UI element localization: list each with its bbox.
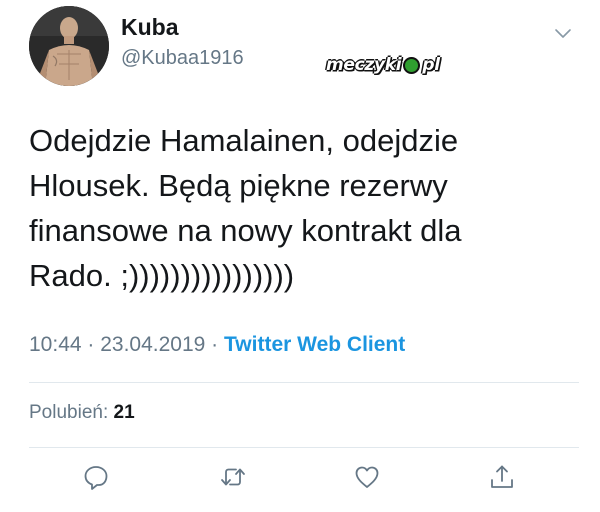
meta-separator: · (205, 333, 225, 356)
tweet-meta: 10:44 · 23.04.2019 · Twitter Web Client (29, 333, 405, 357)
like-icon[interactable] (353, 463, 381, 491)
meta-separator: · (81, 333, 101, 356)
likes-stat[interactable]: Polubień: 21 (29, 402, 135, 424)
divider (29, 382, 579, 383)
tweet-date[interactable]: 23.04.2019 (100, 333, 205, 356)
likes-count: 21 (113, 402, 135, 423)
ball-icon (403, 56, 421, 74)
divider (29, 447, 579, 448)
tweet-text: Odejdzie Hamalainen, odejdzie Hlousek. B… (29, 123, 462, 293)
avatar[interactable] (29, 6, 109, 86)
author-name[interactable]: Kuba (121, 14, 179, 41)
tweet-time[interactable]: 10:44 (29, 333, 82, 356)
meczyki-watermark: meczyki pl (326, 53, 440, 77)
tweet-client[interactable]: Twitter Web Client (224, 333, 405, 356)
watermark-left: meczyki (326, 55, 402, 75)
likes-label: Polubień: (29, 402, 109, 423)
avatar-image (29, 6, 109, 86)
watermark-right: pl (422, 55, 440, 75)
retweet-icon[interactable] (219, 463, 247, 491)
author-handle[interactable]: @Kubaa1916 (121, 47, 244, 70)
reply-icon[interactable] (82, 463, 110, 491)
share-icon[interactable] (488, 463, 516, 491)
chevron-down-icon[interactable] (554, 26, 572, 40)
